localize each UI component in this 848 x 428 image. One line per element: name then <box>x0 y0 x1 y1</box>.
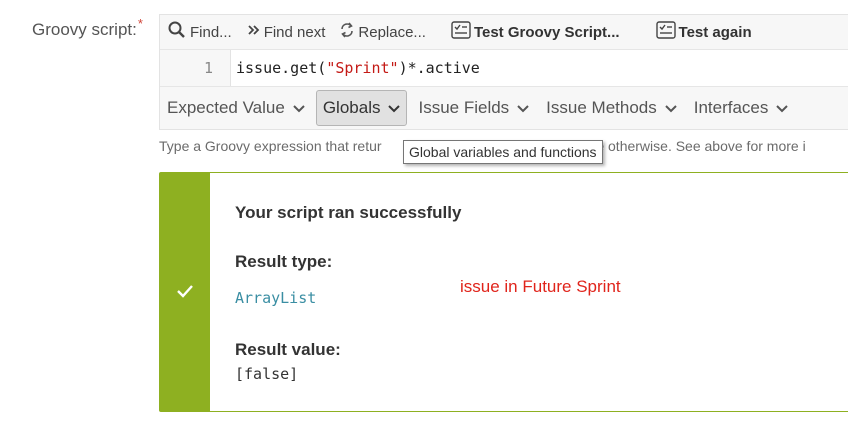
menu-label: Interfaces <box>693 98 769 117</box>
find-next-label: Find next <box>263 23 326 41</box>
menu-label: Issue Fields <box>418 98 510 117</box>
description-right: ue otherwise. See above for more i <box>588 138 806 154</box>
chevron-down-icon <box>388 98 401 118</box>
menu-issue-methods[interactable]: Issue Methods <box>540 90 683 126</box>
description-left: Type a Groovy expression that retur <box>159 138 382 154</box>
line-number: 1 <box>160 50 231 86</box>
code-string: "Sprint" <box>326 59 399 77</box>
test-again-button[interactable]: Test again <box>655 21 752 43</box>
menu-label: Expected Value <box>167 98 285 117</box>
menu-label: Globals <box>322 98 381 117</box>
search-icon <box>167 20 190 44</box>
checklist-icon <box>655 21 679 43</box>
menu-expected-value[interactable]: Expected Value <box>161 90 311 126</box>
checkmark-icon <box>176 283 194 304</box>
result-value-label: Result value: <box>235 340 341 359</box>
editor-toolbar: Find... Find next Replace... Test Groovy… <box>160 15 848 50</box>
annotation-text: issue in Future Sprint <box>460 277 621 296</box>
replace-label: Replace... <box>358 23 426 41</box>
chevron-down-icon <box>517 98 529 118</box>
chevron-down-icon <box>665 98 677 118</box>
result-title: Your script ran successfully <box>235 203 462 222</box>
menu-label: Issue Methods <box>546 98 657 117</box>
replace-button[interactable]: Replace... <box>339 22 426 42</box>
test-groovy-script-button[interactable]: Test Groovy Script... <box>451 21 620 43</box>
globals-tooltip: Global variables and functions <box>403 140 603 164</box>
find-label: Find... <box>190 23 232 41</box>
result-panel: Your script ran successfully Result type… <box>159 172 848 412</box>
double-chevron-right-icon <box>247 23 264 41</box>
code-suffix: )*.active <box>398 59 480 77</box>
find-next-button[interactable]: Find next <box>247 23 326 41</box>
code-line[interactable]: 1 issue.get("Sprint")*.active <box>160 50 848 87</box>
checklist-icon <box>451 21 474 43</box>
result-type-value: ArrayList <box>235 289 317 307</box>
find-button[interactable]: Find... <box>167 20 232 44</box>
result-value: [false] <box>235 365 299 383</box>
result-type-label: Result type: <box>235 252 333 271</box>
test-script-label: Test Groovy Script... <box>473 23 620 41</box>
replace-icon <box>339 22 358 42</box>
groovy-script-label: Groovy script:* <box>32 16 143 40</box>
code-text[interactable]: issue.get("Sprint")*.active <box>231 59 480 77</box>
test-again-label: Test again <box>678 23 752 41</box>
success-stripe <box>160 173 210 411</box>
chevron-down-icon <box>776 98 789 118</box>
help-menubar: Expected Value Globals Issue Fields Issu… <box>160 87 848 129</box>
script-editor: Find... Find next Replace... Test Groovy… <box>159 14 848 130</box>
label-text: Groovy script: <box>32 20 137 39</box>
code-prefix: issue.get( <box>236 59 327 77</box>
chevron-down-icon <box>293 98 305 118</box>
required-marker: * <box>137 16 143 31</box>
menu-interfaces[interactable]: Interfaces <box>688 90 795 126</box>
menu-issue-fields[interactable]: Issue Fields <box>412 90 535 126</box>
menu-globals[interactable]: Globals <box>315 90 408 126</box>
